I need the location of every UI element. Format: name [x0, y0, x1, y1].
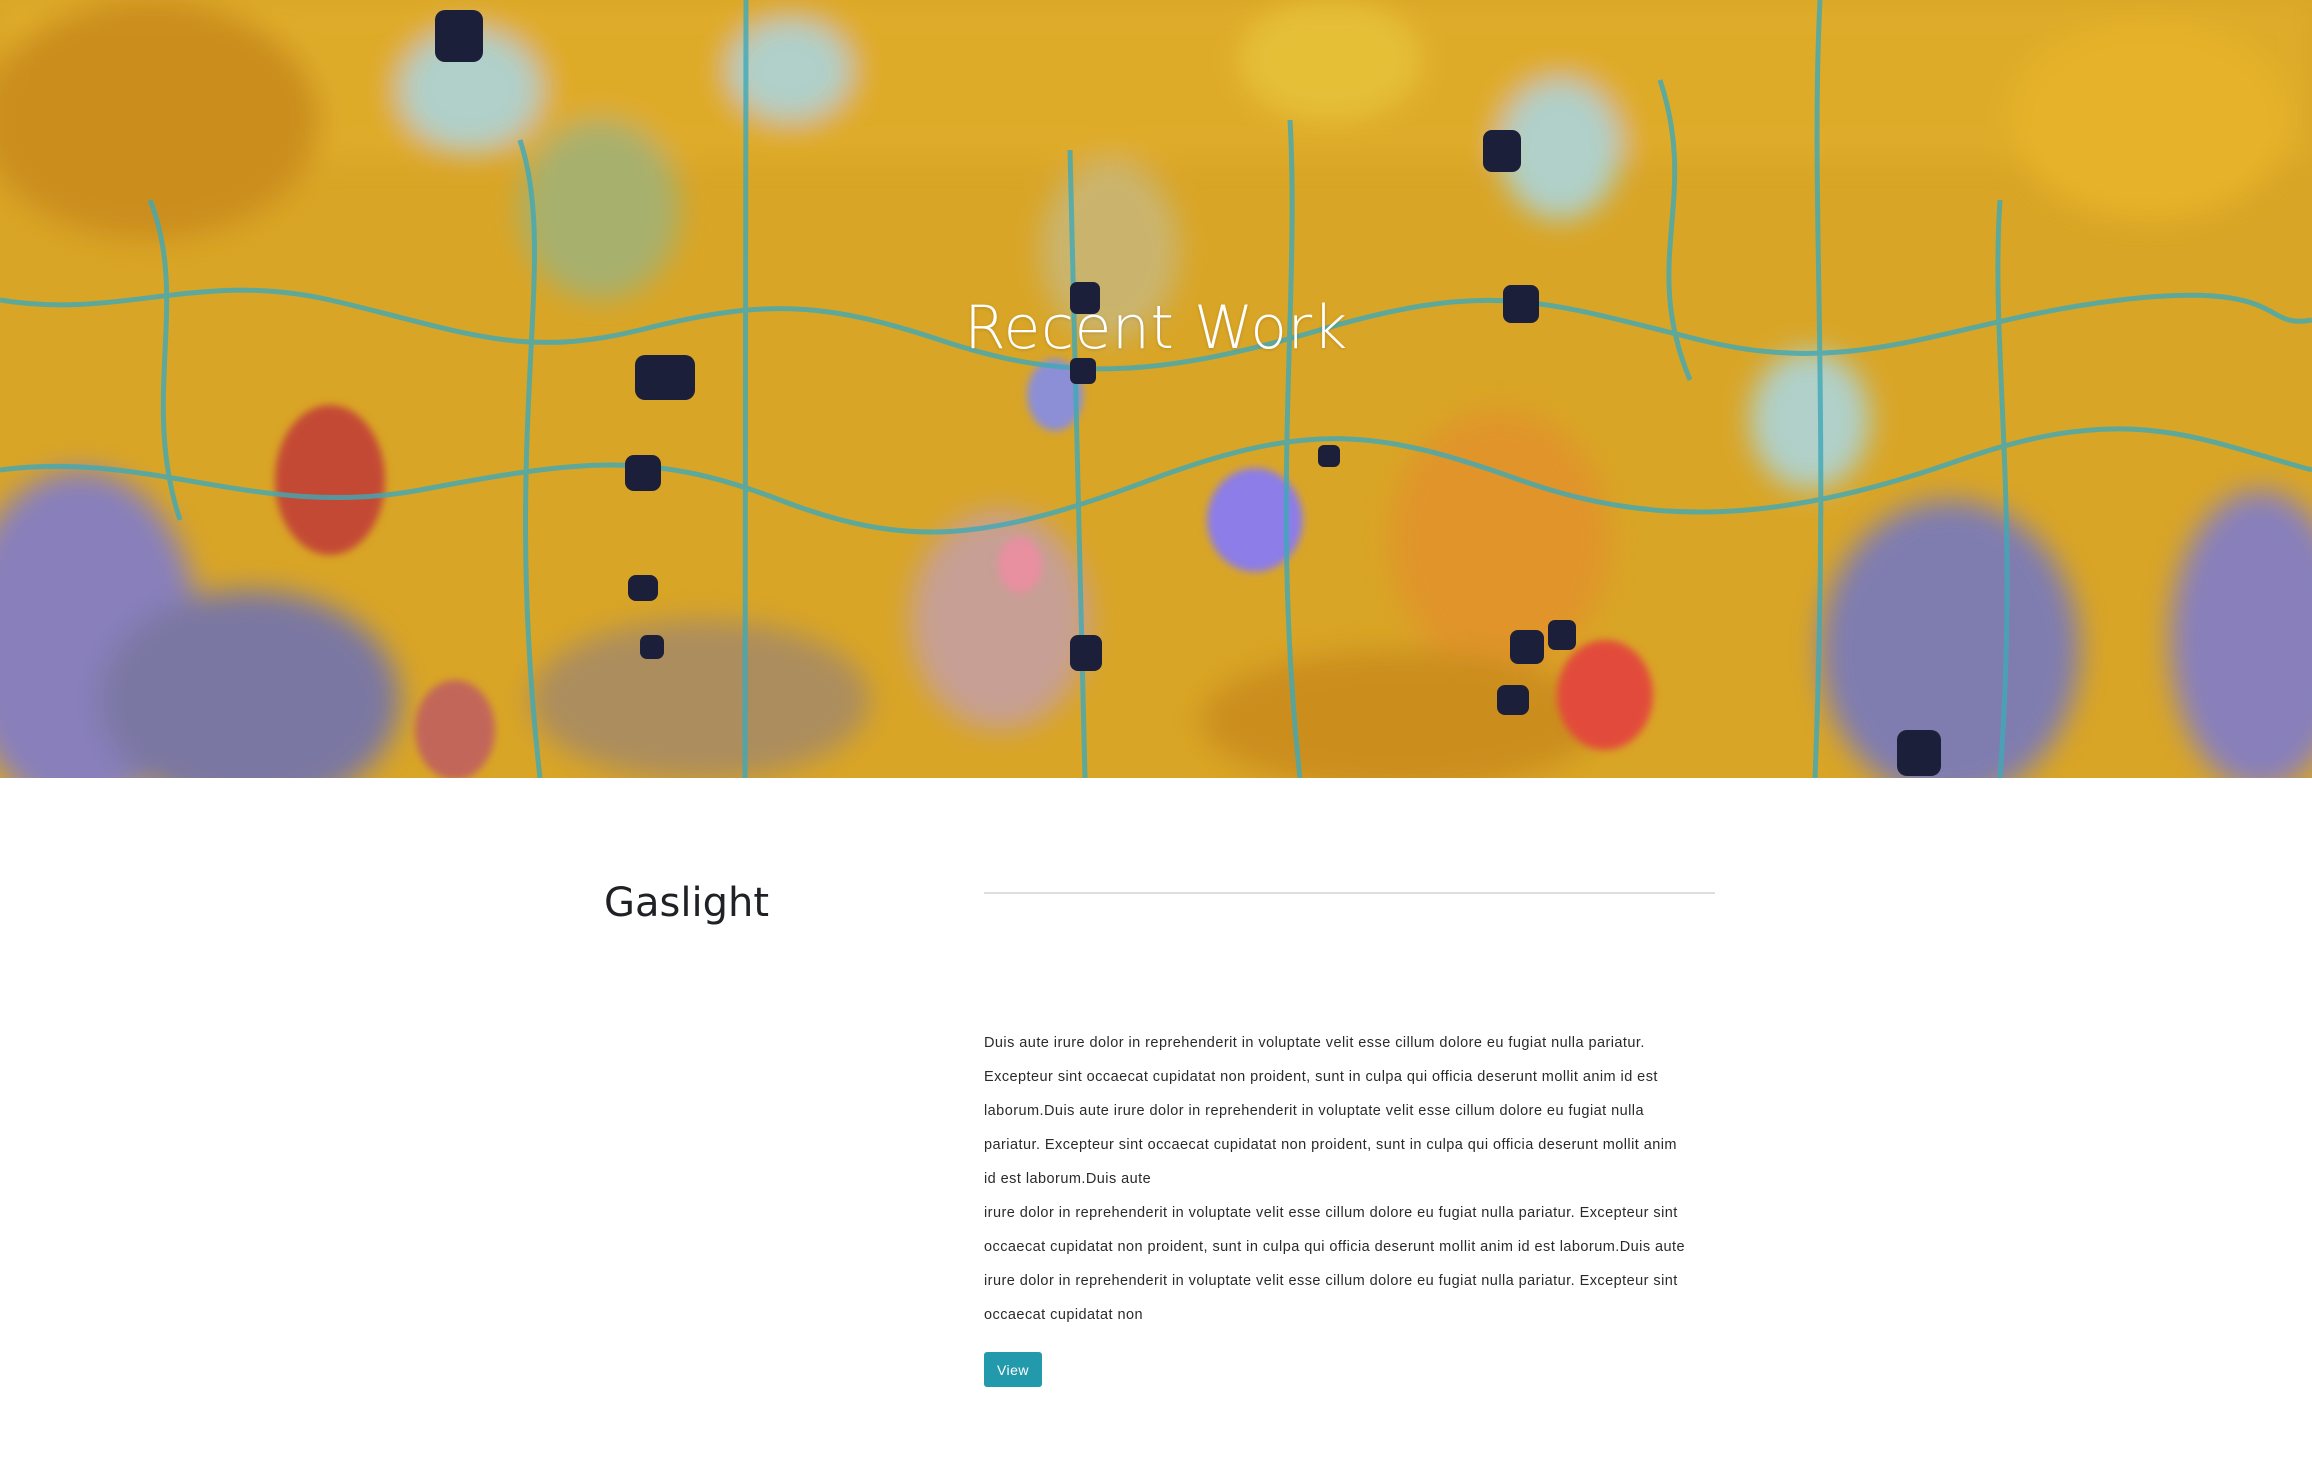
work-title: Gaslight — [604, 880, 769, 926]
description-line: irure dolor in reprehenderit in voluptat… — [984, 1273, 1678, 1289]
hero-title: Recent Work — [964, 293, 1348, 363]
description-line: laborum.Duis aute irure dolor in reprehe… — [984, 1103, 1644, 1119]
description-line: pariatur. Excepteur sint occaecat cupida… — [984, 1137, 1677, 1153]
description-line: occaecat cupidatat non — [984, 1307, 1144, 1323]
description-line: occaecat cupidatat non proident, sunt in… — [984, 1239, 1686, 1255]
divider-line — [984, 892, 1715, 894]
description-line: Excepteur sint occaecat cupidatat non pr… — [984, 1069, 1658, 1085]
hero-banner: Recent Work — [0, 0, 2312, 778]
view-button[interactable]: View — [984, 1352, 1042, 1387]
hero-painting-image — [0, 0, 2312, 778]
description-line: id est laborum.Duis aute — [984, 1171, 1152, 1187]
work-description: Duis aute irure dolor in reprehenderit i… — [984, 1026, 1716, 1332]
work-section: Gaslight Duis aute irure dolor in repreh… — [0, 778, 2312, 1460]
description-line: Duis aute irure dolor in reprehenderit i… — [984, 1035, 1645, 1051]
description-line: irure dolor in reprehenderit in voluptat… — [984, 1205, 1678, 1221]
